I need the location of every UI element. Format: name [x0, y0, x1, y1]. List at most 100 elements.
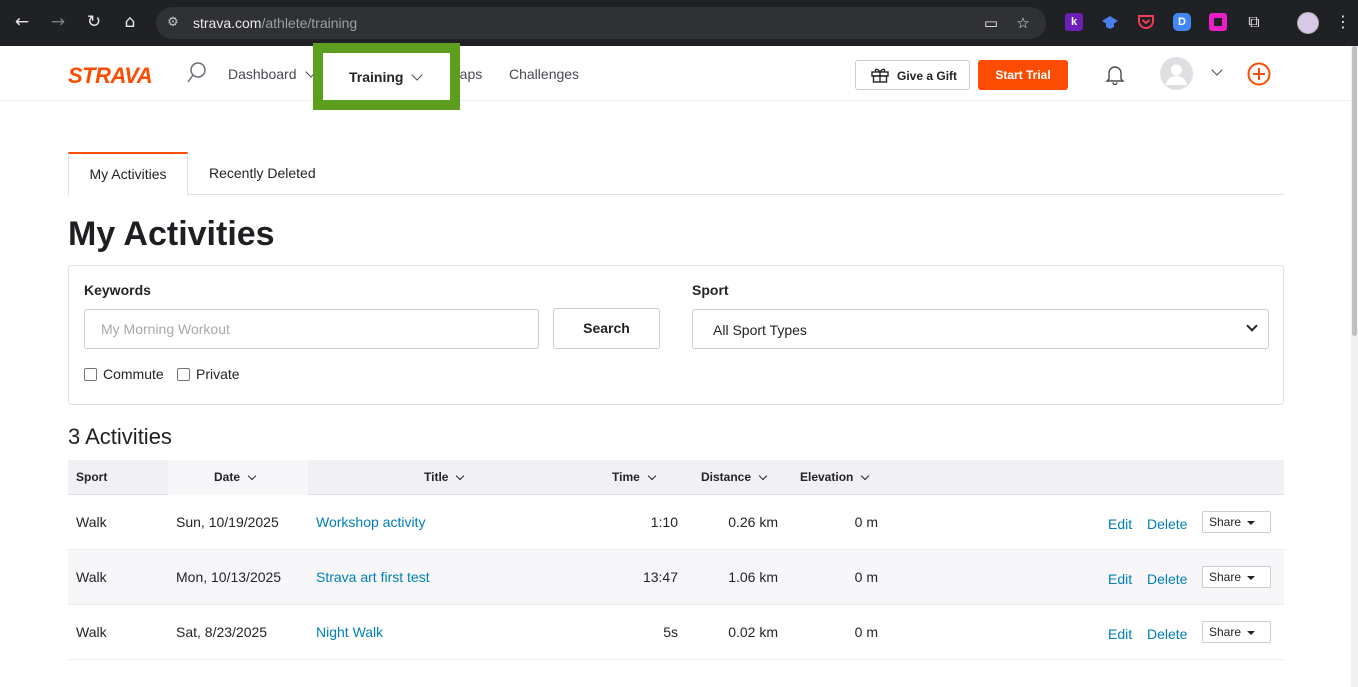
gift-icon — [871, 68, 889, 83]
keywords-label: Keywords — [84, 282, 151, 298]
install-app-icon[interactable]: ▭ — [982, 14, 1000, 32]
extension-graduation-icon[interactable] — [1101, 13, 1119, 31]
sport-label: Sport — [692, 282, 729, 298]
avatar[interactable] — [1160, 57, 1193, 90]
home-icon[interactable]: ⌂ — [119, 11, 141, 33]
row-date: Mon, 10/13/2025 — [176, 569, 282, 585]
chevron-down-icon — [1246, 320, 1258, 332]
sport-select[interactable]: All Sport Types — [692, 309, 1269, 349]
extension-d-icon[interactable]: D — [1173, 13, 1191, 31]
edit-link[interactable]: Edit — [1108, 571, 1132, 587]
col-title[interactable]: Title — [424, 470, 465, 484]
results-count: 3 Activities — [68, 424, 172, 449]
row-sport: Walk — [76, 624, 107, 640]
search-icon[interactable] — [187, 61, 207, 85]
sort-chevron-icon — [456, 471, 465, 481]
page-scrollbar[interactable] — [1351, 46, 1358, 687]
row-title-link[interactable]: Night Walk — [316, 624, 383, 640]
start-trial-button[interactable]: Start Trial — [978, 60, 1068, 90]
extension-square-icon[interactable] — [1209, 13, 1227, 31]
keywords-input[interactable] — [84, 309, 539, 349]
row-distance: 0.26 km — [728, 514, 778, 530]
col-time[interactable]: Time — [612, 470, 657, 484]
commute-checkbox[interactable]: Commute — [84, 366, 164, 382]
nav-challenges[interactable]: Challenges — [509, 66, 579, 82]
forward-icon[interactable]: → — [47, 11, 69, 33]
commute-checkbox-box[interactable] — [84, 368, 97, 381]
row-date: Sun, 10/19/2025 — [176, 514, 279, 530]
table-header: Sport Date Title Time Distance Elevation — [68, 460, 1284, 495]
pocket-extension-icon[interactable] — [1137, 13, 1155, 31]
sort-chevron-icon — [247, 471, 257, 481]
sport-select-value: All Sport Types — [713, 322, 807, 338]
strava-logo[interactable]: STRAVA — [68, 63, 153, 89]
nav-training[interactable]: Training — [349, 69, 424, 85]
add-activity-icon[interactable] — [1247, 62, 1271, 86]
edit-link[interactable]: Edit — [1108, 626, 1132, 642]
avatar-chevron-down-icon[interactable] — [1211, 64, 1223, 76]
row-time: 5s — [663, 624, 678, 640]
scrollbar-thumb[interactable] — [1352, 46, 1357, 336]
delete-link[interactable]: Delete — [1147, 516, 1187, 532]
edit-link[interactable]: Edit — [1108, 516, 1132, 532]
share-dropdown[interactable]: Share — [1202, 511, 1271, 533]
search-button[interactable]: Search — [553, 308, 660, 349]
col-time-label: Time — [612, 470, 640, 484]
share-label: Share — [1209, 570, 1242, 584]
col-title-label: Title — [424, 470, 449, 484]
caret-down-icon — [1247, 576, 1255, 580]
sort-chevron-icon — [647, 471, 657, 481]
nav-dashboard-label: Dashboard — [228, 66, 297, 82]
activities-table: Sport Date Title Time Distance Elevation… — [68, 460, 1284, 660]
private-checkbox-box[interactable] — [177, 368, 190, 381]
browser-toolbar: ← → ↻ ⌂ ⚙ strava.com/athlete/training ▭ … — [0, 0, 1358, 46]
row-title-link[interactable]: Strava art first test — [316, 569, 430, 585]
browser-menu-icon[interactable]: ⋮ — [1332, 11, 1354, 33]
col-date-label: Date — [214, 470, 241, 484]
row-title-link[interactable]: Workshop activity — [316, 514, 425, 530]
extensions-puzzle-icon[interactable]: ⧉ — [1243, 11, 1265, 33]
browser-profile-avatar[interactable] — [1297, 12, 1319, 34]
share-dropdown[interactable]: Share — [1202, 621, 1271, 643]
commute-label: Commute — [103, 366, 164, 382]
site-header: STRAVA Dashboard Maps Challenges Trainin… — [0, 43, 1351, 110]
row-sport: Walk — [76, 569, 107, 585]
extension-k-icon[interactable]: k — [1065, 13, 1083, 31]
delete-link[interactable]: Delete — [1147, 571, 1187, 587]
give-a-gift-label: Give a Gift — [897, 69, 958, 83]
row-elevation: 0 m — [854, 569, 878, 585]
col-date[interactable]: Date — [214, 470, 257, 484]
row-time: 1:10 — [650, 514, 678, 530]
bookmark-star-icon[interactable]: ☆ — [1014, 14, 1032, 32]
private-checkbox[interactable]: Private — [177, 366, 240, 382]
activity-tabs: My Activities Recently Deleted — [68, 152, 1284, 196]
table-row: Walk Sun, 10/19/2025 Workshop activity 1… — [68, 495, 1284, 550]
bell-icon[interactable] — [1104, 63, 1126, 85]
url-host: strava.com — [193, 15, 262, 31]
table-row: Walk Sat, 8/23/2025 Night Walk 5s 0.02 k… — [68, 605, 1284, 660]
address-url[interactable]: strava.com/athlete/training — [193, 15, 357, 31]
row-distance: 0.02 km — [728, 624, 778, 640]
col-distance[interactable]: Distance — [701, 470, 768, 484]
tab-recently-deleted[interactable]: Recently Deleted — [209, 152, 316, 195]
site-settings-icon[interactable]: ⚙ — [164, 14, 182, 32]
share-dropdown[interactable]: Share — [1202, 566, 1271, 588]
nav-dashboard[interactable]: Dashboard — [228, 66, 317, 82]
caret-down-icon — [1247, 631, 1255, 635]
nav-training-highlighted[interactable]: Training — [313, 43, 460, 110]
nav-training-label: Training — [349, 69, 404, 85]
col-distance-label: Distance — [701, 470, 752, 484]
col-elevation-label: Elevation — [800, 470, 854, 484]
private-label: Private — [196, 366, 240, 382]
reload-icon[interactable]: ↻ — [83, 11, 105, 33]
delete-link[interactable]: Delete — [1147, 626, 1187, 642]
filter-panel: Keywords Search Sport All Sport Types Co… — [68, 265, 1284, 405]
tab-my-activities[interactable]: My Activities — [68, 152, 188, 196]
col-elevation[interactable]: Elevation — [800, 470, 870, 484]
address-bar[interactable]: ⚙ strava.com/athlete/training ▭ ☆ — [156, 7, 1046, 39]
chevron-down-icon — [411, 69, 424, 81]
back-icon[interactable]: ← — [11, 11, 33, 33]
give-a-gift-button[interactable]: Give a Gift — [855, 60, 970, 90]
page-title: My Activities — [68, 215, 275, 253]
row-elevation: 0 m — [854, 514, 878, 530]
